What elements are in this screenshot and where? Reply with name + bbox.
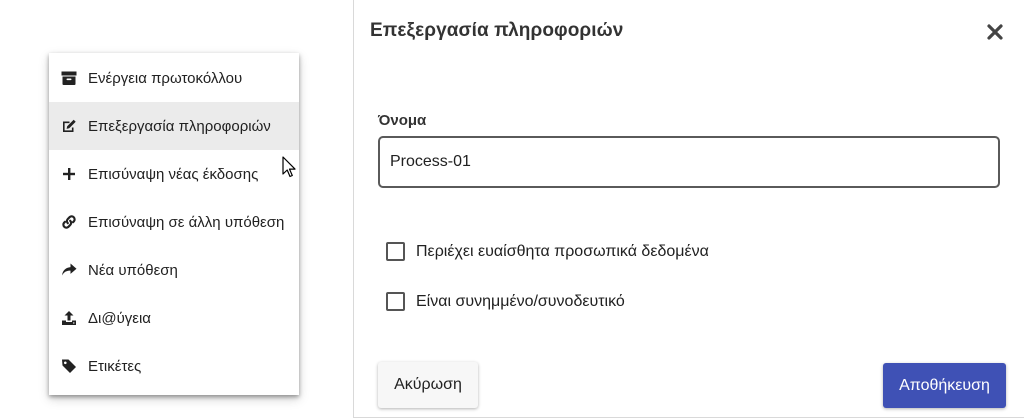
menu-item-attach-other-case[interactable]: Επισύναψη σε άλλη υπόθεση bbox=[49, 198, 299, 246]
archive-icon bbox=[61, 70, 77, 86]
checkbox-label: Είναι συνημμένο/συνοδευτικό bbox=[416, 292, 625, 310]
menu-item-attach-version[interactable]: Επισύναψη νέας έκδοσης bbox=[49, 150, 299, 198]
checkbox-box[interactable] bbox=[386, 292, 405, 311]
mouse-cursor-icon bbox=[282, 156, 296, 178]
menu-item-diavgeia[interactable]: Δι@ύγεια bbox=[49, 294, 299, 342]
sensitive-data-checkbox[interactable]: Περιέχει ευαίσθητα προσωπικά δεδομένα bbox=[386, 242, 709, 261]
close-icon bbox=[987, 24, 1003, 40]
menu-item-tags[interactable]: Ετικέτες bbox=[49, 342, 299, 390]
plus-icon bbox=[61, 166, 77, 182]
close-button[interactable] bbox=[986, 23, 1004, 41]
cancel-button[interactable]: Ακύρωση bbox=[378, 362, 478, 408]
tag-icon bbox=[61, 358, 77, 374]
context-menu: Ενέργεια πρωτοκόλλου Επεξεργασία πληροφο… bbox=[49, 53, 299, 395]
checkbox-box[interactable] bbox=[386, 242, 405, 261]
attachment-checkbox[interactable]: Είναι συνημμένο/συνοδευτικό bbox=[386, 292, 625, 311]
upload-icon bbox=[61, 310, 77, 326]
checkbox-label: Περιέχει ευαίσθητα προσωπικά δεδομένα bbox=[416, 242, 709, 260]
menu-item-protocol-action[interactable]: Ενέργεια πρωτοκόλλου bbox=[49, 54, 299, 102]
menu-item-label: Ενέργεια πρωτοκόλλου bbox=[88, 69, 243, 87]
menu-item-label: Νέα υπόθεση bbox=[88, 261, 178, 279]
name-input[interactable] bbox=[378, 136, 1000, 188]
share-arrow-icon bbox=[61, 262, 77, 278]
menu-item-edit-info[interactable]: Επεξεργασία πληροφοριών bbox=[49, 102, 299, 150]
save-button[interactable]: Αποθήκευση bbox=[883, 363, 1006, 408]
menu-item-label: Δι@ύγεια bbox=[88, 309, 151, 327]
menu-item-new-case[interactable]: Νέα υπόθεση bbox=[49, 246, 299, 294]
menu-item-label: Ετικέτες bbox=[88, 357, 142, 375]
menu-item-label: Επεξεργασία πληροφοριών bbox=[88, 117, 271, 135]
link-icon bbox=[61, 214, 77, 230]
menu-item-label: Επισύναψη σε άλλη υπόθεση bbox=[88, 213, 285, 231]
name-label: Όνομα bbox=[378, 112, 427, 129]
dialog-title: Επεξεργασία πληροφοριών bbox=[370, 20, 624, 41]
edit-icon bbox=[61, 118, 77, 134]
edit-info-dialog: Επεξεργασία πληροφοριών Όνομα Περιέχει ε… bbox=[353, 0, 1024, 418]
menu-item-label: Επισύναψη νέας έκδοσης bbox=[88, 165, 259, 183]
